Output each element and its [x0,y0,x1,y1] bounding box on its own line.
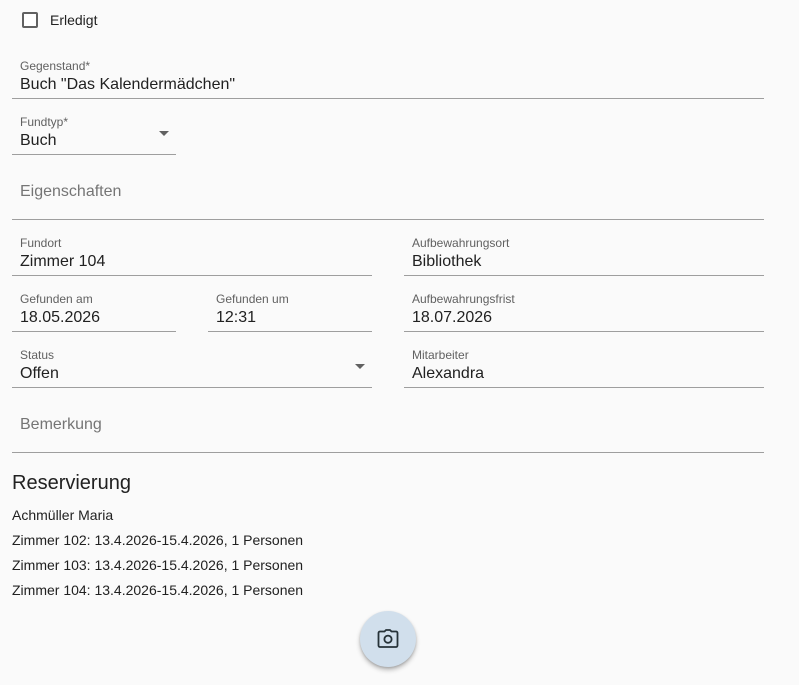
aufbewahrungsort-field[interactable]: Aufbewahrungsort Bibliothek [404,233,764,276]
fundort-value[interactable]: Zimmer 104 [20,253,105,271]
reservierung-room-line: Zimmer 102: 13.4.2026-15.4.2026, 1 Perso… [12,532,304,548]
chevron-down-icon [355,364,365,369]
aufbewahrungsfrist-label: Aufbewahrungsfrist [412,292,515,306]
bemerkung-placeholder: Bemerkung [20,416,102,433]
status-value: Offen [20,365,59,382]
fundtyp-select[interactable]: Fundtyp* Buch [12,112,176,155]
reservierung-guest: Achmüller Maria [12,507,114,523]
fundort-label: Fundort [20,236,62,250]
gefunden-um-value[interactable]: 12:31 [216,309,256,327]
reservierung-room-line: Zimmer 103: 13.4.2026-15.4.2026, 1 Perso… [12,557,304,573]
fundort-field[interactable]: Fundort Zimmer 104 [12,233,372,276]
camera-icon [377,629,399,648]
reservierung-title: Reservierung [12,472,131,494]
aufbewahrungsfrist-field[interactable]: Aufbewahrungsfrist 18.07.2026 [404,289,764,332]
aufbewahrungsort-label: Aufbewahrungsort [412,236,510,250]
gefunden-am-label: Gefunden am [20,292,93,306]
chevron-down-icon [159,131,169,136]
fundtyp-value: Buch [20,132,57,149]
mitarbeiter-field[interactable]: Mitarbeiter Alexandra [404,345,764,388]
mitarbeiter-label: Mitarbeiter [412,348,469,362]
gefunden-am-value[interactable]: 18.05.2026 [20,309,100,327]
aufbewahrungsort-value[interactable]: Bibliothek [412,253,481,271]
aufbewahrungsfrist-value[interactable]: 18.07.2026 [412,309,492,327]
gefunden-um-field[interactable]: Gefunden um 12:31 [208,289,372,332]
status-select[interactable]: Status Offen [12,345,372,388]
status-label: Status [20,348,55,362]
lost-found-form: Erledigt Gegenstand* Buch "Das Kalenderm… [0,0,799,685]
gefunden-am-field[interactable]: Gefunden am 18.05.2026 [12,289,176,332]
gegenstand-field[interactable]: Gegenstand* Buch "Das Kalendermädchen" [12,56,764,99]
gegenstand-value[interactable]: Buch "Das Kalendermädchen" [20,76,235,94]
erledigt-label: Erledigt [50,12,98,28]
bemerkung-field[interactable]: Bemerkung [12,401,764,453]
gefunden-um-label: Gefunden um [216,292,289,306]
erledigt-checkbox-row[interactable]: Erledigt [22,12,97,28]
erledigt-checkbox[interactable] [22,12,38,28]
eigenschaften-placeholder: Eigenschaften [20,183,122,200]
reservierung-room-line: Zimmer 104: 13.4.2026-15.4.2026, 1 Perso… [12,582,304,598]
camera-button[interactable] [360,611,416,667]
gegenstand-label: Gegenstand* [20,59,91,73]
mitarbeiter-value[interactable]: Alexandra [412,365,484,383]
eigenschaften-field[interactable]: Eigenschaften [12,168,764,220]
fundtyp-label: Fundtyp* [20,115,69,129]
